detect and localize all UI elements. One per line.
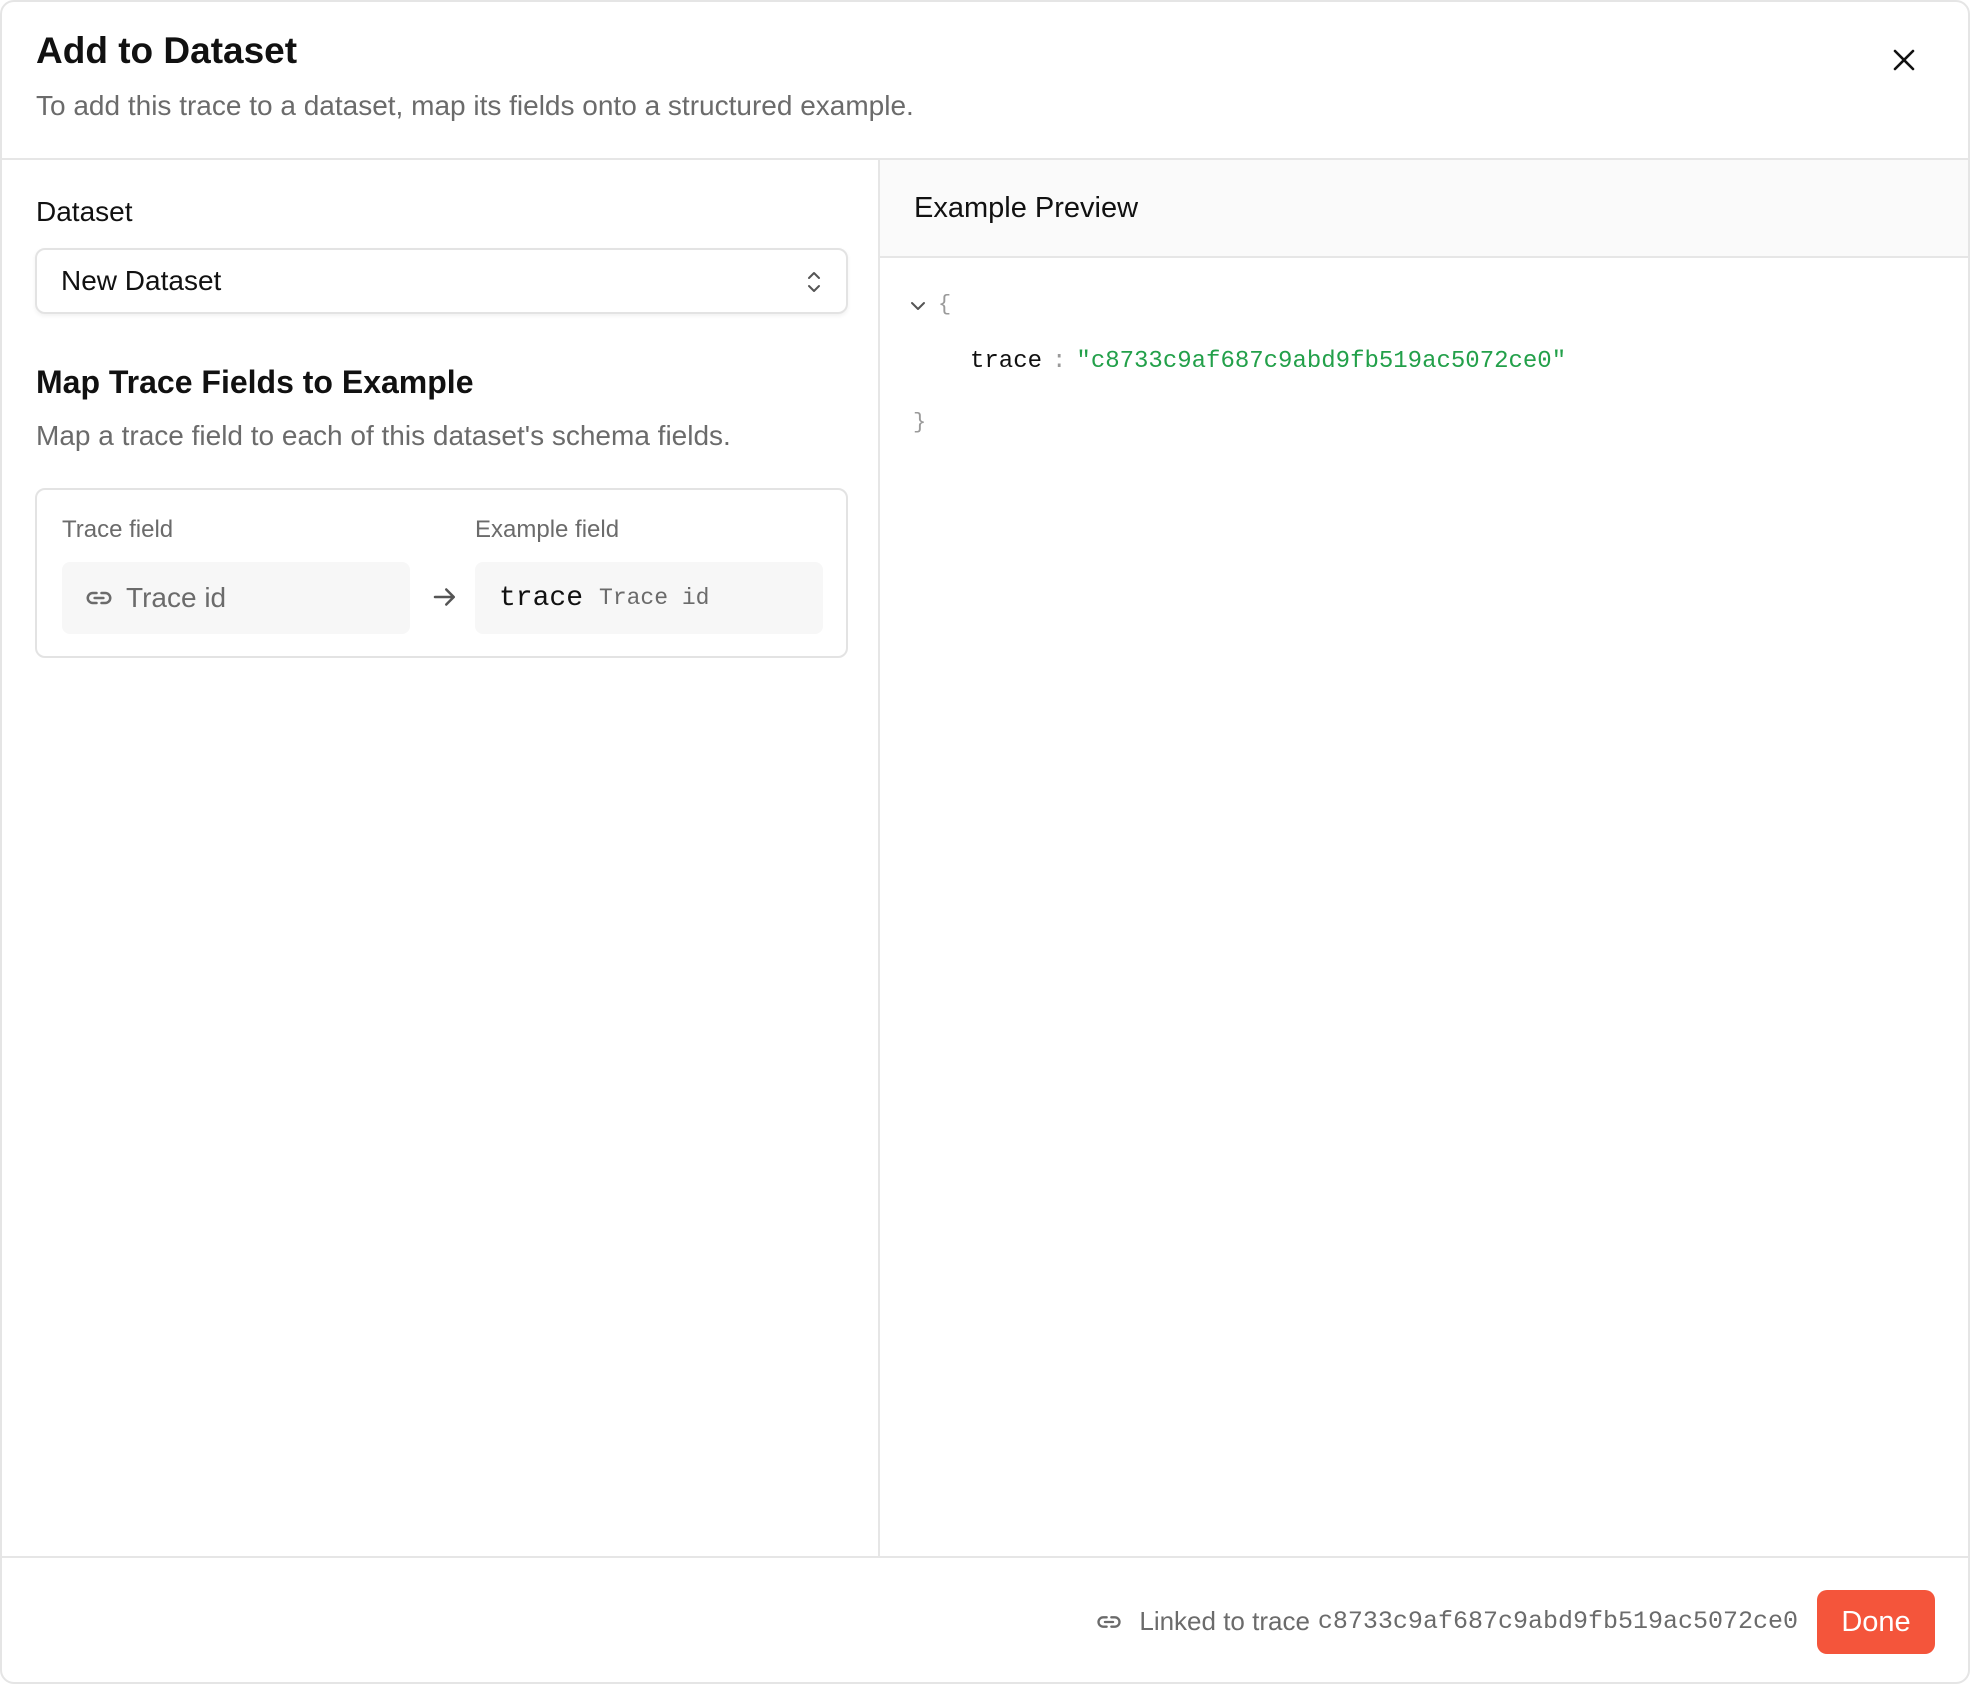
- link-icon: [1097, 1615, 1121, 1628]
- arrow-right-icon: [433, 588, 455, 606]
- mapping-description: Map a trace field to each of this datase…: [36, 420, 731, 451]
- trace-field-selector[interactable]: Trace id: [62, 562, 410, 634]
- mapping-card: Trace field Example field Trace id trace…: [35, 488, 848, 658]
- close-icon: [1893, 49, 1915, 71]
- json-colon: :: [1052, 348, 1067, 375]
- dialog-body: Dataset New Dataset Map Trace Fields to …: [2, 160, 1968, 1556]
- linked-trace-info: Linked to trace c8733c9af687c9abd9fb519a…: [1095, 1606, 1798, 1637]
- preview-title: Example Preview: [914, 192, 1139, 224]
- done-button[interactable]: Done: [1817, 1590, 1935, 1654]
- link-icon: [86, 591, 112, 605]
- linked-trace-id: c8733c9af687c9abd9fb519ac5072ce0: [1317, 1607, 1798, 1636]
- dialog-header: Add to Dataset To add this trace to a da…: [2, 2, 1968, 160]
- chevron-down-icon[interactable]: [908, 296, 928, 316]
- chevron-up-down-icon: [808, 272, 820, 292]
- json-value: "c8733c9af687c9abd9fb519ac5072ce0": [1076, 348, 1567, 375]
- json-entry: trace: "c8733c9af687c9abd9fb519ac5072ce0": [970, 348, 1566, 375]
- dataset-select-value: New Dataset: [61, 265, 222, 296]
- preview-panel: Example Preview { trace: "c8733c9af687c9a…: [880, 160, 1968, 1556]
- example-field-type: Trace id: [599, 585, 710, 611]
- example-field-key: trace: [499, 582, 584, 614]
- mapping-title: Map Trace Fields to Example: [36, 364, 474, 400]
- json-open-brace: {: [938, 292, 952, 317]
- json-key: trace: [970, 348, 1043, 375]
- dialog-title: Add to Dataset: [36, 30, 298, 71]
- example-field: trace Trace id: [475, 562, 823, 634]
- dialog-subtitle: To add this trace to a dataset, map its …: [36, 90, 914, 121]
- mapping-panel: Dataset New Dataset Map Trace Fields to …: [2, 160, 880, 1556]
- add-to-dataset-dialog: Add to Dataset To add this trace to a da…: [0, 0, 1970, 1684]
- close-button[interactable]: [1886, 42, 1922, 78]
- dialog-footer: Linked to trace c8733c9af687c9abd9fb519a…: [2, 1556, 1968, 1682]
- trace-field-header: Trace field: [62, 516, 174, 543]
- trace-field-value: Trace id: [126, 582, 227, 613]
- example-field-header: Example field: [475, 516, 620, 543]
- preview-header: Example Preview: [880, 160, 1968, 258]
- json-close-brace: }: [913, 410, 927, 435]
- dataset-select[interactable]: New Dataset: [35, 248, 848, 314]
- linked-prefix: Linked to trace: [1139, 1606, 1310, 1636]
- dataset-label: Dataset: [36, 196, 133, 227]
